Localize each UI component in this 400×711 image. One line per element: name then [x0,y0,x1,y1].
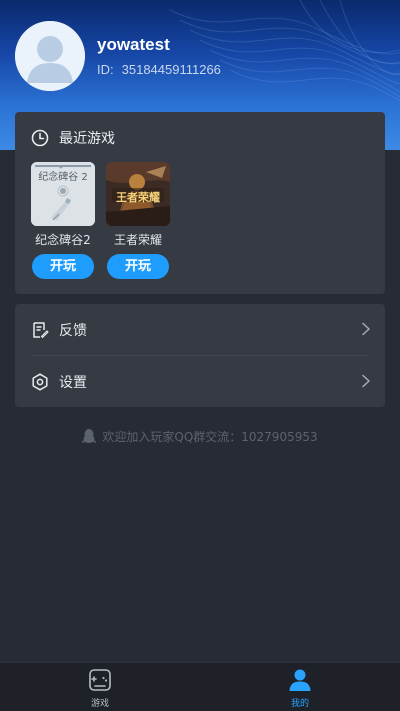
chevron-right-icon [362,374,370,388]
game-name: 纪念碑谷2 [35,233,91,247]
user-id-value: 35184459111266 [121,62,221,77]
tab-mine[interactable]: 我的 [270,667,330,710]
settings-icon [32,372,48,391]
recent-games-title: 最近游戏 [59,131,115,147]
game-thumbnail-title: 纪念碑谷 2 [38,172,88,183]
menu-item-label: 设置 [59,374,87,391]
default-avatar-icon [15,21,85,91]
recent-game-item[interactable]: 王者荣耀 王者荣耀 开玩 [106,162,170,279]
game-name: 王者荣耀 [113,233,162,247]
bottom-tab-bar: 游戏 我的 [0,662,400,711]
qq-group-text: 欢迎加入玩家QQ群交流：1027905953 [102,429,318,444]
qq-group-info: 欢迎加入玩家QQ群交流：1027905953 [0,426,400,446]
recent-game-item[interactable]: 纪念碑谷 2 纪念碑谷2 开玩 [31,162,95,279]
menu-item-feedback[interactable]: 反馈 [15,304,385,355]
app-root: yowatest ID: 35184459111266 最近游戏 纪念碑谷 2 … [0,0,400,711]
feedback-icon [33,321,49,338]
gamepad-icon [89,669,111,691]
play-button[interactable]: 开玩 [32,254,94,279]
play-button[interactable]: 开玩 [107,254,169,279]
user-id-label: ID: [97,62,114,77]
tab-label: 我的 [290,699,309,709]
qq-penguin-icon [82,429,97,443]
chevron-right-icon [362,322,370,336]
username: yowatest [97,35,170,54]
tab-games[interactable]: 游戏 [70,667,130,710]
user-profile[interactable]: yowatest ID: 35184459111266 [15,20,221,92]
menu-item-settings[interactable]: 设置 [15,356,385,407]
game-thumbnail-monument-valley-2[interactable]: 纪念碑谷 2 [31,162,95,226]
recent-games-header: 最近游戏 [31,128,115,148]
user-id: ID: 35184459111266 [97,62,221,78]
avatar[interactable] [15,21,85,91]
menu-item-label: 反馈 [59,322,87,339]
clock-icon [31,129,49,147]
recent-games-card: 最近游戏 纪念碑谷 2 纪念碑谷2 开玩 王者荣耀 王者荣耀 开玩 [15,112,385,294]
settings-menu-card: 反馈 设置 [15,304,385,407]
tab-label: 游戏 [90,699,109,709]
game-thumbnail-title: 王者荣耀 [116,191,160,204]
game-thumbnail-honor-of-kings[interactable]: 王者荣耀 [106,162,170,226]
person-icon [289,669,311,691]
